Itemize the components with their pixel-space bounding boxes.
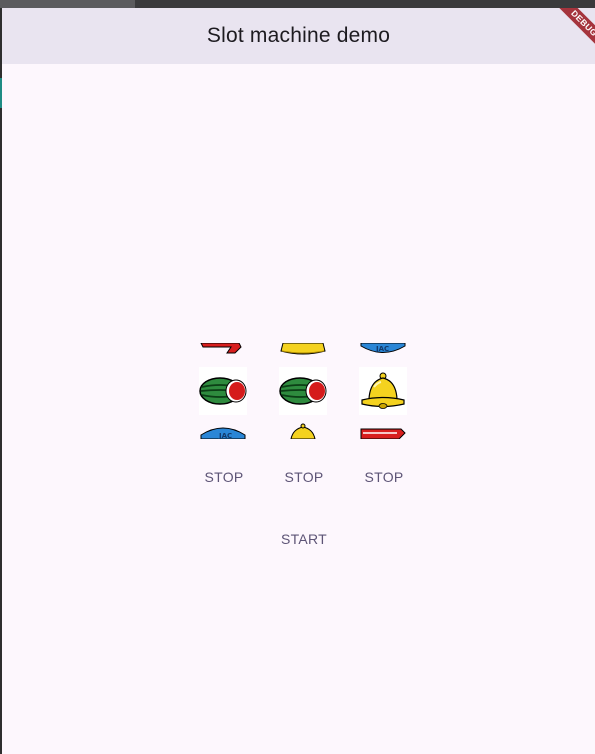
jac-icon: JAC [200,427,246,439]
window-top-strip-segment [0,0,135,8]
seven-icon [360,428,406,439]
stop-button-reel-2[interactable]: STOP [276,463,332,491]
stop-button-reel-3[interactable]: STOP [356,463,412,491]
start-button[interactable]: START [270,525,338,553]
bell-icon [359,367,407,415]
jac-icon: JAC [360,343,406,353]
slot-reels: JAC JAC [199,343,409,439]
svg-text:JAC: JAC [218,432,232,439]
window-top-strip [0,0,595,8]
svg-text:JAC: JAC [375,345,389,353]
window-edge-marker [0,78,2,108]
watermelon-icon [279,367,327,415]
reel-3: JAC [359,343,407,439]
debug-banner-label: DEBUG [555,8,595,53]
app-bar: Slot machine demo [2,8,595,64]
app-title: Slot machine demo [206,24,391,47]
seven-icon [200,343,242,354]
debug-banner: DEBUG [545,8,595,58]
bell-icon [290,423,316,439]
reel-1: JAC [199,343,247,439]
bell-icon [280,343,326,355]
window-left-edge [0,8,2,754]
reel-2 [279,343,327,439]
watermelon-icon [199,367,247,415]
stop-button-reel-1[interactable]: STOP [196,463,252,491]
